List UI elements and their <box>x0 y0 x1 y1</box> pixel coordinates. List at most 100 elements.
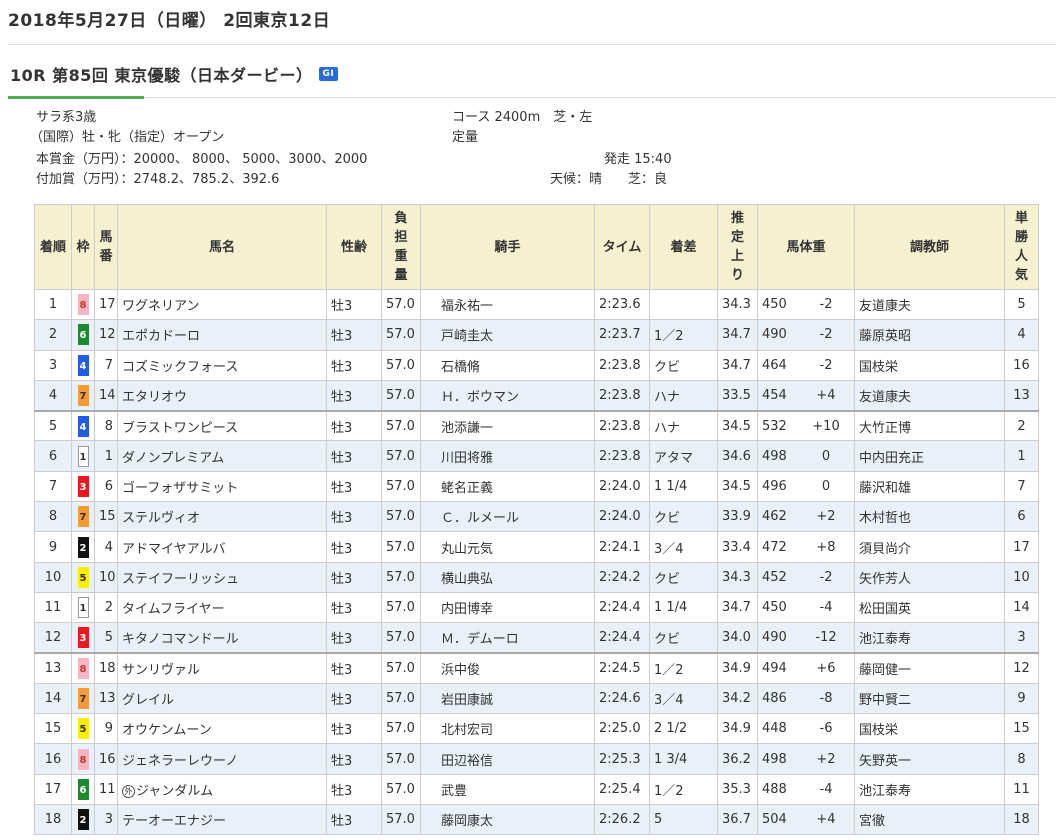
horse-name-cell[interactable]: ワグネリアン <box>117 288 327 321</box>
horse-name-cell[interactable]: ブラストワンピース <box>117 409 327 442</box>
horse-name-cell[interactable]: ゴーフォザサミット <box>117 470 327 503</box>
table-row[interactable]: 8 7 15 ステルヴィオ 牡3 57.0 Ｃ．ルメール 2:24.0 クビ 33.9 462 +2 木… <box>34 501 1039 533</box>
horse-name-link[interactable]: コズミックフォース <box>122 360 238 375</box>
horse-name-cell[interactable]: ジェネラーレウーノ <box>117 743 327 775</box>
jockey-cell[interactable]: Ｍ．デムーロ <box>420 622 595 654</box>
table-row[interactable]: 2 6 12 エポカドーロ 牡3 57.0 戸崎圭太 2:23.7 1／2 34.7 490 -2 藤原… <box>34 319 1039 351</box>
trainer-cell[interactable]: 池江泰寿 <box>854 622 1005 654</box>
horse-name-cell[interactable]: グレイル <box>117 682 327 715</box>
horse-name-link[interactable]: テーオーエナジー <box>122 814 226 829</box>
results-table: 着順 枠 馬番 馬名 性齢 負担重量 騎手 タイム 着差 推定上り 馬体重 調教… <box>34 204 1039 836</box>
table-row[interactable]: 17 6 11 外ジャンダルム 牡3 57.0 武豊 2:25.4 1／2 35.3 488 -4 池江… <box>34 773 1039 806</box>
horse-name-cell[interactable]: オウケンムーン <box>117 713 327 745</box>
table-row[interactable]: 15 5 9 オウケンムーン 牡3 57.0 北村宏司 2:25.0 2 1/2 34.9 448-… <box>34 713 1039 745</box>
horse-name-cell[interactable]: サンリヴァル <box>117 652 327 684</box>
trainer-cell[interactable]: 木村哲也 <box>854 501 1005 533</box>
table-row[interactable]: 16 8 16 ジェネラーレウーノ 牡3 57.0 田辺裕信 2:25.3 1 3/4 36.2 4… <box>34 743 1039 775</box>
horse-name-cell[interactable]: タイムフライヤー <box>117 591 327 624</box>
horse-name-link[interactable]: アドマイヤアルバ <box>122 542 225 557</box>
table-row[interactable]: 4 7 14 エタリオウ 牡3 57.0 Ｈ．ボウマン 2:23.8 ハナ 33.5 454 +4 友道… <box>34 379 1039 412</box>
trainer-cell[interactable]: 国枝栄 <box>854 713 1005 745</box>
popularity-cell: 8 <box>1004 743 1039 775</box>
horse-name-cell[interactable]: コズミックフォース <box>117 349 327 381</box>
horse-name-cell[interactable]: キタノコマンドール <box>117 622 327 654</box>
jockey-cell[interactable]: 武豊 <box>420 773 595 806</box>
horse-name-link[interactable]: ワグネリアン <box>122 299 199 314</box>
trainer-cell[interactable]: 野中賢二 <box>854 682 1005 715</box>
trainer-cell[interactable]: 松田国英 <box>854 591 1005 624</box>
weight-cell: 57.0 <box>381 804 421 836</box>
horse-name-link[interactable]: ステイフーリッシュ <box>122 572 239 587</box>
popularity-cell: 17 <box>1004 531 1039 563</box>
jockey-cell[interactable]: 石橋脩 <box>420 349 595 381</box>
table-row[interactable]: 12 3 5 キタノコマンドール 牡3 57.0 Ｍ．デムーロ 2:24.4 クビ 34.0 490… <box>34 622 1039 654</box>
horse-name-cell[interactable]: ステルヴィオ <box>117 501 327 533</box>
horse-name-cell[interactable]: エポカドーロ <box>117 319 327 351</box>
table-row[interactable]: 3 4 7 コズミックフォース 牡3 57.0 石橋脩 2:23.8 クビ 34.7 464 -2 国枝… <box>34 349 1039 381</box>
table-row[interactable]: 6 1 1 ダノンプレミアム 牡3 57.0 川田将雅 2:23.8 アタマ 34.6 498 0 中内… <box>34 440 1039 472</box>
jockey-cell[interactable]: 戸崎圭太 <box>420 319 595 351</box>
table-row[interactable]: 10 5 10 ステイフーリッシュ 牡3 57.0 横山典弘 2:24.2 クビ 34.3 452-… <box>34 561 1039 593</box>
horse-name-link[interactable]: ダノンプレミアム <box>122 451 224 466</box>
horse-name-link[interactable]: オウケンムーン <box>122 723 212 738</box>
trainer-cell[interactable]: 矢作芳人 <box>854 561 1005 593</box>
table-row[interactable]: 18 2 3 テーオーエナジー 牡3 57.0 藤岡康太 2:26.2 5 36.7 504 +4 宮徹… <box>34 804 1039 836</box>
jockey-cell[interactable]: 池添謙一 <box>420 409 595 442</box>
horse-name-link[interactable]: タイムフライヤー <box>122 602 225 617</box>
horse-name-link[interactable]: ステルヴィオ <box>122 511 200 526</box>
table-row[interactable]: 11 1 2 タイムフライヤー 牡3 57.0 内田博幸 2:24.4 1 1/4 34.7 450… <box>34 591 1039 624</box>
trainer-cell[interactable]: 中内田充正 <box>854 440 1005 472</box>
jockey-cell[interactable]: Ｈ．ボウマン <box>420 379 595 412</box>
table-row[interactable]: 1 8 17 ワグネリアン 牡3 57.0 福永祐一 2:23.6 34.3 450 -2 友道康夫 5 <box>34 288 1039 321</box>
horse-name-cell[interactable]: ステイフーリッシュ <box>117 561 327 593</box>
waku-cell: 3 <box>71 470 95 503</box>
horse-name-link[interactable]: ジャンダルム <box>136 784 213 799</box>
jockey-cell[interactable]: 横山典弘 <box>420 561 595 593</box>
jockey-cell[interactable]: 川田将雅 <box>420 440 595 472</box>
trainer-cell[interactable]: 藤岡健一 <box>854 652 1005 684</box>
jockey-cell[interactable]: 北村宏司 <box>420 713 595 745</box>
jockey-cell[interactable]: Ｃ．ルメール <box>420 501 595 533</box>
table-row[interactable]: 9 2 4 アドマイヤアルバ 牡3 57.0 丸山元気 2:24.1 3／4 33.4 472 +8 須… <box>34 531 1039 563</box>
trainer-cell[interactable]: 藤原英昭 <box>854 319 1005 351</box>
time-cell: 2:25.4 <box>594 773 650 806</box>
horse-name-cell[interactable]: ダノンプレミアム <box>117 440 327 472</box>
trainer-cell[interactable]: 藤沢和雄 <box>854 470 1005 503</box>
trainer-cell[interactable]: 須貝尚介 <box>854 531 1005 563</box>
horse-name-cell[interactable]: テーオーエナジー <box>117 804 327 836</box>
trainer-cell[interactable]: 友道康夫 <box>854 288 1005 321</box>
horse-name-link[interactable]: ブラストワンピース <box>122 421 238 436</box>
col-header-weight: 負担重量 <box>381 204 421 290</box>
trainer-cell[interactable]: 宮徹 <box>854 804 1005 836</box>
horse-name-link[interactable]: サンリヴァル <box>122 663 200 678</box>
trainer-cell[interactable]: 国枝栄 <box>854 349 1005 381</box>
jockey-cell[interactable]: 藤岡康太 <box>420 804 595 836</box>
table-row[interactable]: 14 7 13 グレイル 牡3 57.0 岩田康誠 2:24.6 3／4 34.2 486 -8 野中賢… <box>34 682 1039 715</box>
jockey-cell[interactable]: 岩田康誠 <box>420 682 595 715</box>
horse-name-cell[interactable]: 外ジャンダルム <box>117 773 327 806</box>
trainer-cell[interactable]: 矢野英一 <box>854 743 1005 775</box>
trainer-cell[interactable]: 友道康夫 <box>854 379 1005 412</box>
trainer-cell[interactable]: 池江泰寿 <box>854 773 1005 806</box>
sexage-cell: 牡3 <box>326 349 382 381</box>
jockey-cell[interactable]: 田辺裕信 <box>420 743 595 775</box>
horse-name-cell[interactable]: エタリオウ <box>117 379 327 412</box>
jockey-cell[interactable]: 内田博幸 <box>420 591 595 624</box>
jockey-cell[interactable]: 福永祐一 <box>420 288 595 321</box>
table-row[interactable]: 7 3 6 ゴーフォザサミット 牡3 57.0 蛯名正義 2:24.0 1 1/4 34.5 496… <box>34 470 1039 503</box>
table-row[interactable]: 13 8 18 サンリヴァル 牡3 57.0 浜中俊 2:24.5 1／2 34.9 494 +6 藤岡… <box>34 652 1039 684</box>
horse-name-link[interactable]: グレイル <box>122 693 174 708</box>
race-course: コース 2400m 芝・左 <box>452 110 593 125</box>
table-row[interactable]: 5 4 8 ブラストワンピース 牡3 57.0 池添謙一 2:23.8 ハナ 34.5 532 +10… <box>34 409 1039 442</box>
jockey-cell[interactable]: 丸山元気 <box>420 531 595 563</box>
horse-name-link[interactable]: エポカドーロ <box>122 329 200 344</box>
horse-name-link[interactable]: エタリオウ <box>122 390 187 405</box>
trainer-cell[interactable]: 大竹正博 <box>854 409 1005 442</box>
jockey-cell[interactable]: 蛯名正義 <box>420 470 595 503</box>
horse-name-link[interactable]: ジェネラーレウーノ <box>122 754 238 769</box>
horse-name-link[interactable]: ゴーフォザサミット <box>122 481 238 496</box>
horse-name-cell[interactable]: アドマイヤアルバ <box>117 531 327 563</box>
jockey-cell[interactable]: 浜中俊 <box>420 652 595 684</box>
weight-cell: 57.0 <box>381 713 421 745</box>
horse-name-link[interactable]: キタノコマンドール <box>122 632 239 647</box>
